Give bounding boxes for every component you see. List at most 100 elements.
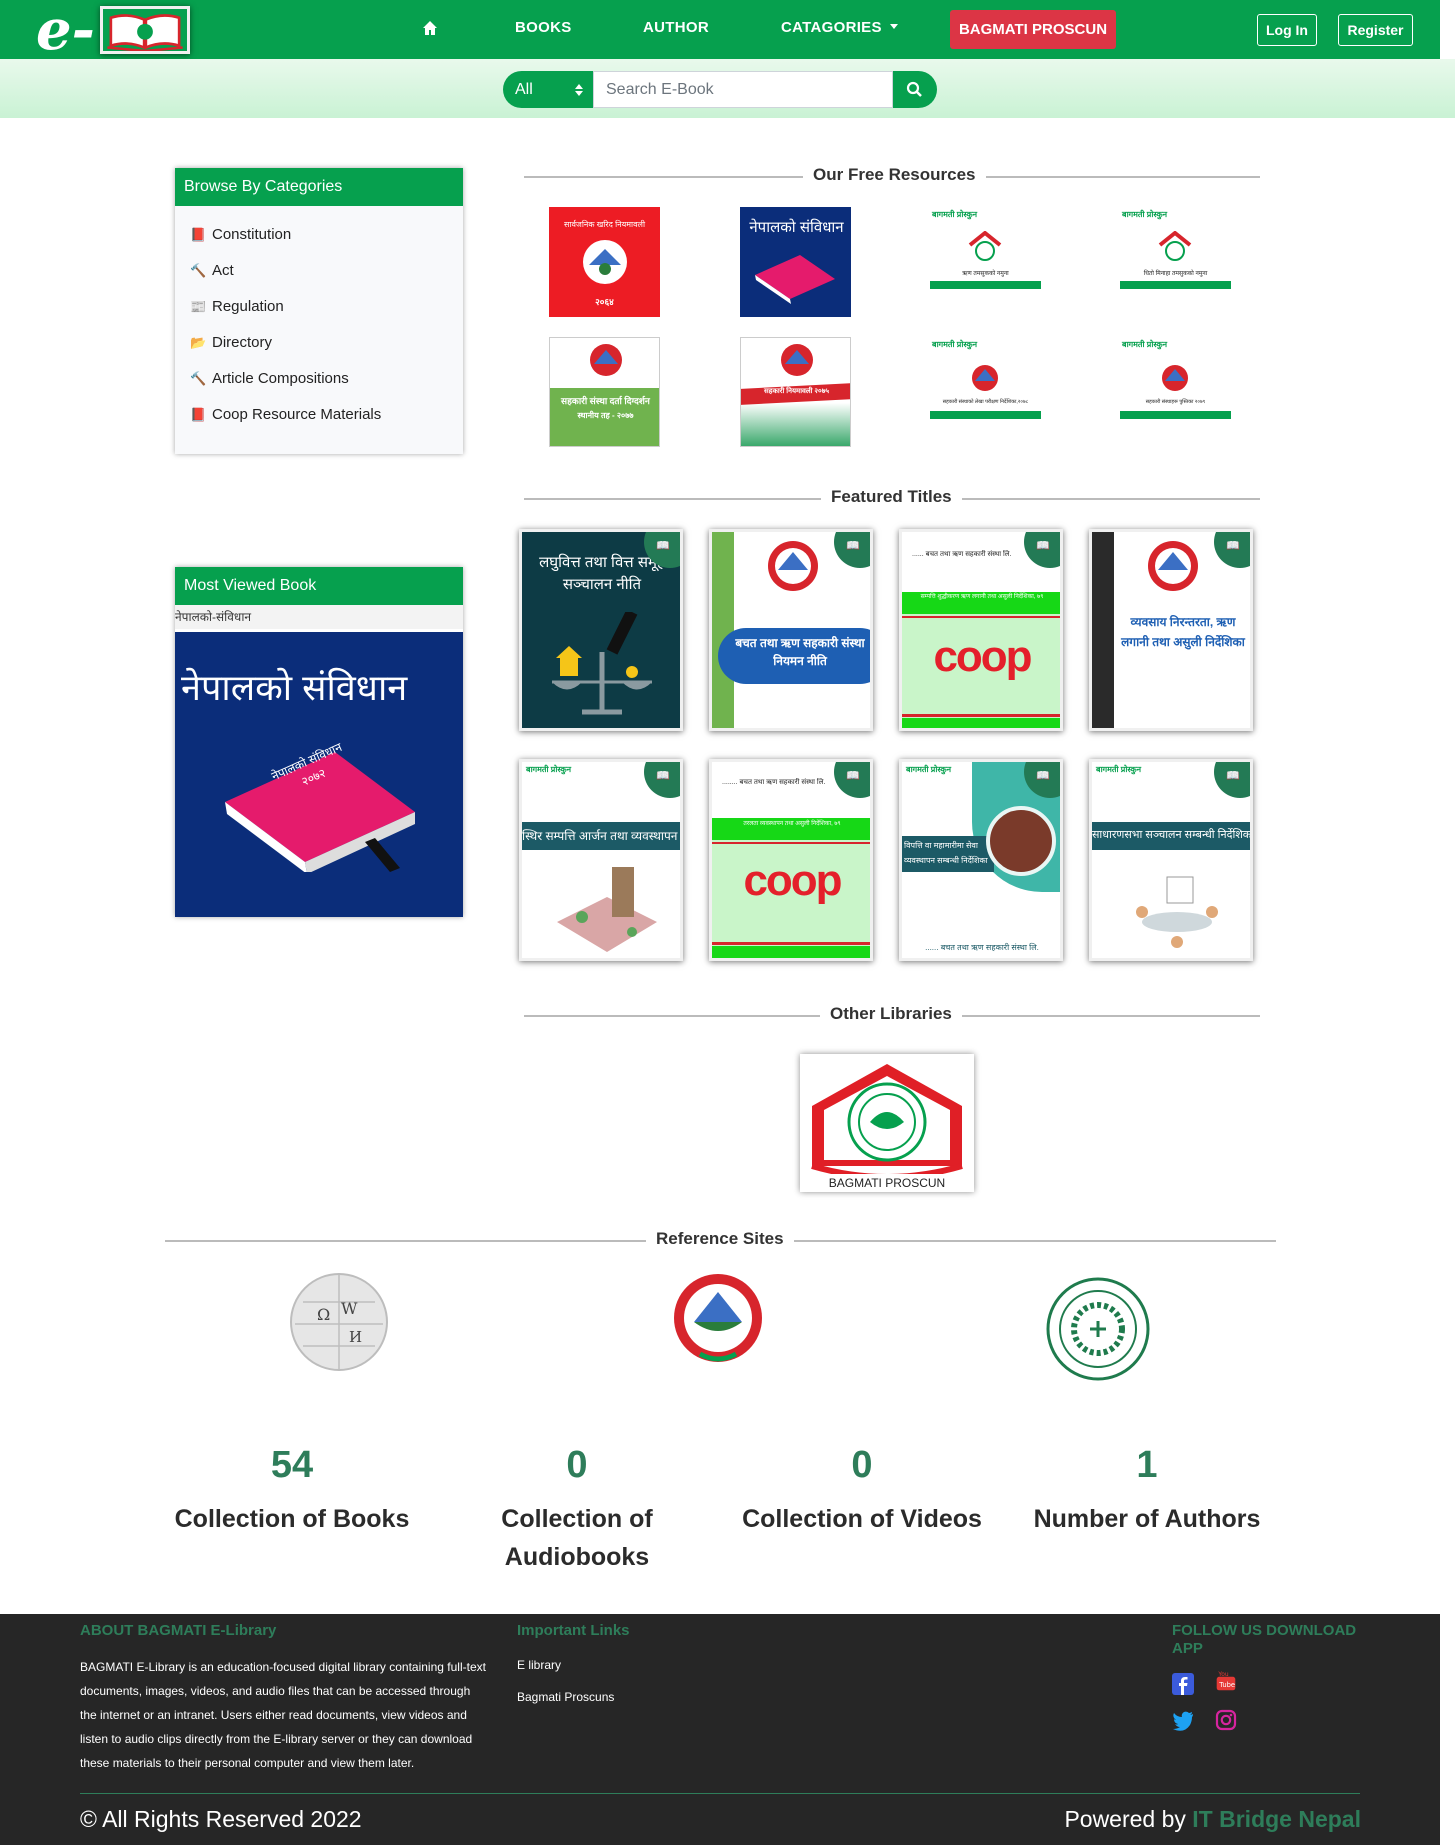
book-badge: 📖 [1214, 762, 1250, 798]
stat-authors-label: Number of Authors [1033, 1505, 1261, 1533]
book-icon: 📕 [190, 407, 207, 422]
other-libraries-heading: Other Libraries [524, 1004, 1260, 1026]
cooperative-board-seal-icon[interactable] [1046, 1277, 1150, 1381]
book-title: coop [743, 856, 842, 905]
featured-heading: Featured Titles [524, 487, 1260, 509]
cover-rule [712, 942, 870, 945]
government-emblem-icon[interactable] [664, 1270, 772, 1366]
book-icon: 📖 [656, 770, 670, 782]
youtube-icon[interactable]: You Tube [1215, 1670, 1237, 1692]
featured-book[interactable]: व्यवसाय निरन्तरता, ऋण लगानी तथा असुली नि… [1089, 529, 1253, 731]
stat-videos-count: 0 [851, 1444, 873, 1486]
most-viewed-cover[interactable]: नेपालको संविधान नेपालको संविधान २०७२ [175, 632, 463, 917]
resource-cover-title: बागमती प्रोस्कुन [932, 210, 978, 219]
nav-categories-dropdown[interactable]: CATAGORIES [781, 19, 898, 36]
nav-categories-label: CATAGORIES [781, 19, 882, 36]
login-button[interactable]: Log In [1257, 14, 1317, 46]
book-icon: 📖 [1036, 540, 1050, 552]
library-label: BAGMATI PROSCUN [828, 1176, 946, 1190]
proscun-logo-icon [968, 231, 1002, 261]
resource-cover[interactable]: बागमती प्रोस्कुन धितो मिनाहा तमसुकको नमु… [1120, 207, 1231, 289]
folder-open-icon: 📂 [190, 335, 207, 350]
category-label: Act [212, 262, 234, 279]
book-title: coop [933, 632, 1032, 681]
nav-books[interactable]: BOOKS [515, 19, 572, 36]
nav-author[interactable]: AUTHOR [643, 19, 709, 36]
cover-text: नेपालको संविधान [181, 667, 408, 708]
resource-cover[interactable]: बागमती प्रोस्कुन ऋण तमसुकको नमुना [930, 207, 1041, 289]
cover-photo [986, 806, 1056, 876]
resource-cover-title: सहकारी संस्था दर्ता दिग्दर्शन [561, 396, 650, 406]
cover-stripe [712, 946, 870, 958]
wikipedia-icon[interactable]: Ω W И [283, 1272, 395, 1372]
reference-heading: Reference Sites [165, 1229, 1276, 1251]
category-act[interactable]: 🔨 Act [190, 262, 234, 279]
resource-cover[interactable]: बागमती प्रोस्कुन सहकारी संस्थाको लेखा पर… [930, 337, 1041, 419]
book-icon: 📖 [1226, 540, 1240, 552]
stat-books-label: Collection of Books [174, 1505, 410, 1533]
featured-book[interactable]: बागमती प्रोस्कुन स्थिर सम्पत्ति आर्जन तथ… [519, 759, 683, 961]
resource-cover-subtitle: सहकारी संस्थाको लेखा परीक्षण निर्देशिका,… [942, 399, 1029, 405]
footer-link-bagmati-proscuns[interactable]: Bagmati Proscuns [517, 1690, 614, 1704]
book-icon: 📕 [190, 227, 207, 242]
category-directory[interactable]: 📂 Directory [190, 334, 272, 351]
book-badge: 📖 [834, 532, 870, 568]
resource-cover[interactable]: बागमती प्रोस्कुन सहकारी संस्थाहरू पुस्ति… [1120, 337, 1231, 419]
search-button[interactable] [893, 71, 937, 108]
category-regulation[interactable]: 📰 Regulation [190, 298, 284, 315]
featured-book[interactable]: बचत तथा ऋण सहकारी संस्था नियमन नीति 📖 [709, 529, 873, 731]
free-resources-heading: Our Free Resources [524, 165, 1260, 187]
search-filter-select[interactable]: All [503, 71, 593, 108]
resource-cover[interactable]: सहकारी नियमावली २०७५ [740, 337, 851, 447]
cover-stripe [1120, 281, 1231, 289]
book-title: साधारणसभा सञ्चालन सम्बन्धी निर्देशिका [1092, 829, 1253, 841]
search-input[interactable]: Search E-Book [593, 71, 893, 108]
most-viewed-book-title: नेपालको-संविधान [175, 605, 463, 629]
resource-cover[interactable]: नेपालको संविधान [740, 207, 851, 317]
footer-follow-title: FOLLOW US DOWNLOAD APP [1172, 1622, 1357, 1657]
category-constitution[interactable]: 📕 Constitution [190, 226, 291, 243]
footer-about-text: BAGMATI E-Library is an education-focuse… [80, 1660, 486, 1770]
facebook-icon[interactable] [1172, 1673, 1194, 1695]
category-label: Directory [212, 334, 273, 351]
meeting-illustration [1136, 876, 1218, 948]
register-button[interactable]: Register [1338, 14, 1413, 46]
bagmati-proscun-button[interactable]: BAGMATI PROSCUN [950, 10, 1116, 49]
category-coop-resource[interactable]: 📕 Coop Resource Materials [190, 406, 381, 423]
resource-cover[interactable]: सार्वजनिक खरिद नियमावली २०६४ [549, 207, 660, 317]
city-illustration [557, 867, 657, 952]
most-viewed-title: Most Viewed Book [175, 567, 463, 605]
resource-cover[interactable]: सहकारी संस्था दर्ता दिग्दर्शन स्थानीय तह… [549, 337, 660, 447]
book-publisher: बागमती प्रोस्कुन [1096, 765, 1142, 774]
resource-cover-subtitle: २०६४ [595, 297, 614, 307]
featured-book[interactable]: बागमती प्रोस्कुन साधारणसभा सञ्चालन सम्बन… [1089, 759, 1253, 961]
powered-brand-link[interactable]: IT Bridge Nepal [1192, 1806, 1361, 1832]
featured-book[interactable]: बागमती प्रोस्कुन विपत्ति वा महामारीमा से… [899, 759, 1063, 961]
most-viewed-card: Most Viewed Book नेपालको-संविधान नेपालको… [175, 567, 463, 917]
library-card[interactable]: BAGMATI PROSCUN [800, 1054, 974, 1192]
footer-link-elibrary[interactable]: E library [517, 1658, 561, 1672]
emblem-icon [972, 365, 998, 391]
categories-title: Browse By Categories [175, 168, 463, 206]
book-icon: 📖 [1036, 770, 1050, 782]
footer-links-title: Important Links [517, 1622, 630, 1639]
book-header: ........ बचत तथा ऋण सहकारी संस्था लि. [722, 779, 826, 786]
category-label: Regulation [212, 298, 284, 315]
emblem-icon [590, 344, 622, 376]
twitter-icon[interactable] [1172, 1709, 1194, 1731]
search-icon [906, 81, 922, 97]
featured-book[interactable]: ...... बचत तथा ऋण सहकारी संस्था लि. सम्प… [899, 529, 1063, 731]
site-logo[interactable]: e- [36, 0, 191, 63]
book-subtitle: सम्पत्ति शुद्धीकरण ऋण लगानी तथा असुली नि… [920, 594, 1044, 600]
featured-book[interactable]: लघुवित्त तथा वित्त समूह सञ्चालन नीति 📖 [519, 529, 683, 731]
logo-book-icon [100, 6, 190, 54]
featured-book[interactable]: ........ बचत तथा ऋण सहकारी संस्था लि. तर… [709, 759, 873, 961]
instagram-icon[interactable] [1215, 1709, 1237, 1731]
emblem-icon [781, 344, 813, 376]
bagmati-proscun-logo [811, 1064, 963, 1174]
home-icon[interactable] [422, 20, 438, 36]
book-title: स्थिर सम्पत्ति आर्जन तथा व्यवस्थापन नीति [522, 829, 683, 843]
emblem-icon [768, 541, 818, 591]
resource-cover-title: बागमती प्रोस्कुन [1122, 340, 1168, 349]
category-article-compositions[interactable]: 🔨 Article Compositions [190, 370, 349, 387]
